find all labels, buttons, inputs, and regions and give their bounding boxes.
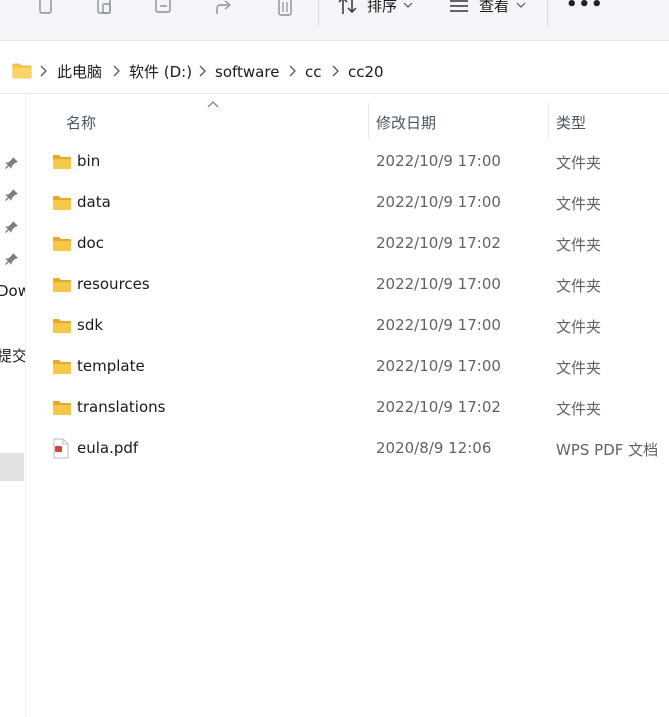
chevron-right-icon[interactable] <box>332 65 339 77</box>
table-row[interactable]: doc 2022/10/9 17:02 文件夹 <box>30 225 669 266</box>
command-bar: 排序 查看 ••• <box>0 0 669 41</box>
file-type: 文件夹 <box>556 359 602 377</box>
table-row[interactable]: translations 2022/10/9 17:02 文件夹 <box>30 389 669 430</box>
breadcrumb-item[interactable]: 软件 (D:) <box>129 62 192 82</box>
paste-icon[interactable] <box>94 0 116 18</box>
breadcrumb-item[interactable]: cc <box>305 62 322 82</box>
file-type: 文件夹 <box>556 318 602 336</box>
pin-icon[interactable] <box>5 220 19 234</box>
file-type: WPS PDF 文档 <box>556 441 659 459</box>
breadcrumb-item[interactable]: software <box>215 62 279 82</box>
table-row[interactable]: eula.pdf 2020/8/9 12:06 WPS PDF 文档 <box>30 430 669 471</box>
file-name: sdk <box>77 316 104 334</box>
pin-icon[interactable] <box>5 188 19 202</box>
nav-item-label[interactable]: 提交 <box>0 345 25 366</box>
copy-icon[interactable] <box>35 0 57 18</box>
folder-icon <box>12 63 32 79</box>
chevron-down-icon <box>516 2 526 8</box>
nav-item-selected[interactable] <box>0 453 24 481</box>
column-header-date[interactable]: 修改日期 <box>376 112 436 133</box>
column-header-name[interactable]: 名称 <box>66 112 96 133</box>
file-name: doc <box>77 234 104 252</box>
folder-icon <box>53 360 71 374</box>
navigation-pane[interactable]: Dow 提交 <box>0 94 26 717</box>
table-row[interactable]: template 2022/10/9 17:00 文件夹 <box>30 348 669 389</box>
pin-icon[interactable] <box>5 252 19 266</box>
address-bar[interactable]: 此电脑 软件 (D:) software cc cc20 <box>0 50 669 94</box>
column-header-type[interactable]: 类型 <box>556 112 586 133</box>
file-date: 2022/10/9 17:02 <box>376 398 501 416</box>
rename-icon[interactable] <box>153 0 175 18</box>
file-date: 2022/10/9 17:00 <box>376 193 501 211</box>
table-row[interactable]: sdk 2022/10/9 17:00 文件夹 <box>30 307 669 348</box>
view-button[interactable]: 查看 <box>479 0 509 16</box>
column-divider[interactable] <box>548 103 549 139</box>
file-type: 文件夹 <box>556 277 602 295</box>
chevron-right-icon[interactable] <box>199 65 206 77</box>
share-icon[interactable] <box>214 0 236 18</box>
file-date: 2022/10/9 17:00 <box>376 316 501 334</box>
table-row[interactable]: bin 2022/10/9 17:00 文件夹 <box>30 143 669 184</box>
table-row[interactable]: data 2022/10/9 17:00 文件夹 <box>30 184 669 225</box>
chevron-down-icon <box>403 2 413 8</box>
file-date: 2022/10/9 17:00 <box>376 357 501 375</box>
column-divider[interactable] <box>368 103 369 139</box>
table-row[interactable]: resources 2022/10/9 17:00 文件夹 <box>30 266 669 307</box>
chevron-right-icon[interactable] <box>289 65 296 77</box>
breadcrumb-item[interactable]: cc20 <box>348 62 384 82</box>
file-date: 2022/10/9 17:02 <box>376 234 501 252</box>
delete-icon[interactable] <box>274 0 296 18</box>
toolbar-separator <box>318 0 319 26</box>
breadcrumb-item[interactable]: 此电脑 <box>57 62 102 82</box>
file-type: 文件夹 <box>556 195 602 213</box>
pin-icon[interactable] <box>5 156 19 170</box>
file-date: 2020/8/9 12:06 <box>376 439 492 457</box>
file-type: 文件夹 <box>556 154 602 172</box>
view-icon[interactable] <box>449 0 469 18</box>
file-date: 2022/10/9 17:00 <box>376 152 501 170</box>
file-type: 文件夹 <box>556 236 602 254</box>
chevron-right-icon <box>40 65 47 77</box>
folder-icon <box>53 319 71 333</box>
file-name: eula.pdf <box>77 439 139 457</box>
chevron-right-icon[interactable] <box>113 65 120 77</box>
more-options-button[interactable]: ••• <box>566 0 604 15</box>
sort-ascending-icon <box>207 101 219 108</box>
file-type: 文件夹 <box>556 400 602 418</box>
sort-icon[interactable] <box>337 0 359 18</box>
folder-icon <box>53 155 71 169</box>
folder-icon <box>53 278 71 292</box>
file-name: bin <box>77 152 101 170</box>
file-name: template <box>77 357 145 375</box>
file-name: data <box>77 193 111 211</box>
sort-button[interactable]: 排序 <box>367 0 397 16</box>
folder-icon <box>53 196 71 210</box>
folder-icon <box>53 237 71 251</box>
folder-icon <box>53 401 71 415</box>
toolbar-separator <box>547 0 548 26</box>
pdf-file-icon <box>53 438 69 459</box>
nav-item-label[interactable]: Dow <box>0 282 25 300</box>
file-name: translations <box>77 398 166 416</box>
file-date: 2022/10/9 17:00 <box>376 275 501 293</box>
file-name: resources <box>77 275 150 293</box>
